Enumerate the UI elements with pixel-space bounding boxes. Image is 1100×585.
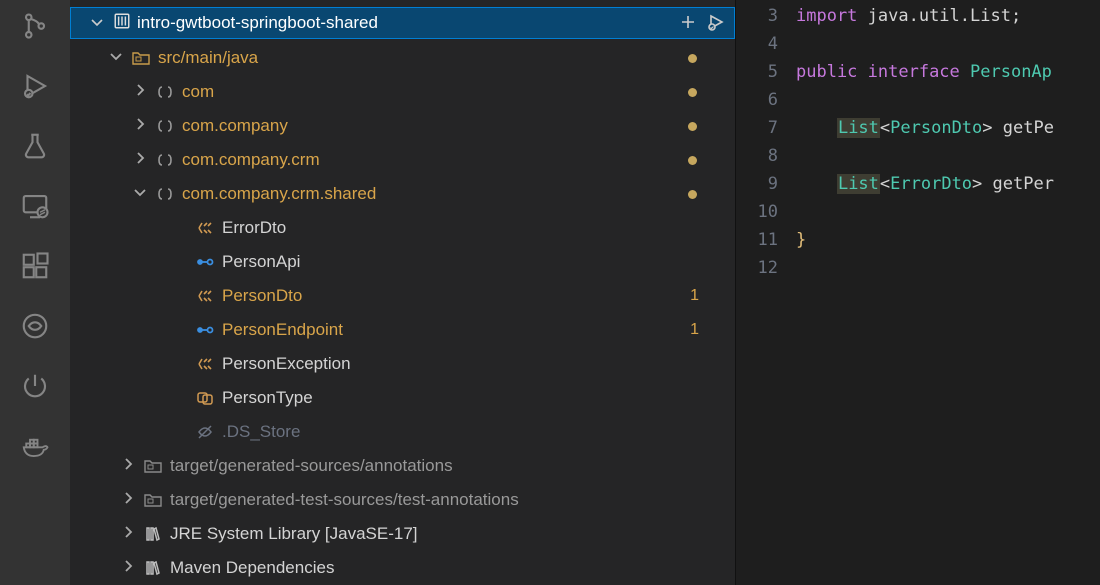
- activity-bar: [0, 0, 70, 585]
- run-debug-icon[interactable]: [19, 70, 51, 102]
- tree-class-ErrorDto[interactable]: ErrorDto: [70, 211, 735, 245]
- tree-class-PersonDto[interactable]: PersonDto 1: [70, 279, 735, 313]
- tree-label: PersonType: [222, 388, 695, 408]
- tree-label: .DS_Store: [222, 422, 695, 442]
- modified-dot-icon: [688, 88, 697, 97]
- folder-icon: [130, 48, 152, 68]
- class-icon: [194, 355, 216, 373]
- tree-label: ErrorDto: [222, 218, 695, 238]
- project-icon: [113, 12, 131, 35]
- tree-class-PersonException[interactable]: PersonException: [70, 347, 735, 381]
- class-icon: [194, 219, 216, 237]
- tree-class-PersonType[interactable]: PersonType: [70, 381, 735, 415]
- tree-label: JRE System Library [JavaSE-17]: [170, 524, 695, 544]
- interface-icon: [194, 253, 216, 271]
- folder-icon: [142, 490, 164, 510]
- chevron-down-icon: [108, 48, 124, 69]
- problem-badge: 1: [690, 321, 699, 339]
- chevron-right-icon: [132, 150, 148, 171]
- tree-folder-test-annotations[interactable]: target/generated-test-sources/test-annot…: [70, 483, 735, 517]
- package-icon: [154, 83, 176, 101]
- tree-label: com: [182, 82, 695, 102]
- code-editor[interactable]: 3456789101112 import java.util.List;publ…: [735, 0, 1100, 585]
- source-control-icon[interactable]: [19, 10, 51, 42]
- tree-lib-maven[interactable]: Maven Dependencies: [70, 551, 735, 585]
- folder-icon: [142, 456, 164, 476]
- extensions-icon[interactable]: [19, 250, 51, 282]
- tree-label: PersonException: [222, 354, 695, 374]
- tree-label: com.company: [182, 116, 695, 136]
- chevron-down-icon: [132, 184, 148, 205]
- tree-folder-annotations[interactable]: target/generated-sources/annotations: [70, 449, 735, 483]
- tree-package-shared[interactable]: com.company.crm.shared: [70, 177, 735, 211]
- tree-file-dsstore[interactable]: .DS_Store: [70, 415, 735, 449]
- problem-badge: 1: [690, 287, 699, 305]
- tree-folder-src[interactable]: src/main/java: [70, 41, 735, 75]
- tree-lib-jre[interactable]: JRE System Library [JavaSE-17]: [70, 517, 735, 551]
- docker-icon[interactable]: [19, 430, 51, 462]
- tree-label: src/main/java: [158, 48, 695, 68]
- file-tree: src/main/java com com.company com.compan…: [70, 39, 735, 585]
- tree-label: com.company.crm: [182, 150, 695, 170]
- chevron-right-icon: [120, 456, 136, 477]
- tree-label: PersonEndpoint: [222, 320, 695, 340]
- library-icon: [142, 525, 164, 543]
- line-gutter: 3456789101112: [736, 0, 796, 585]
- power-icon[interactable]: [19, 370, 51, 402]
- tree-label: Maven Dependencies: [170, 558, 695, 578]
- library-icon: [142, 559, 164, 577]
- run-project-icon[interactable]: [706, 12, 728, 34]
- explorer-sidebar: intro-gwtboot-springboot-shared src/main…: [70, 0, 735, 585]
- chevron-right-icon: [120, 490, 136, 511]
- modified-dot-icon: [688, 54, 697, 63]
- package-icon: [154, 117, 176, 135]
- tree-class-PersonEndpoint[interactable]: PersonEndpoint 1: [70, 313, 735, 347]
- code-area[interactable]: import java.util.List;public interface P…: [796, 0, 1054, 585]
- tree-label: target/generated-test-sources/test-annot…: [170, 490, 695, 510]
- chevron-right-icon: [120, 558, 136, 579]
- interface-icon: [194, 321, 216, 339]
- hidden-file-icon: [194, 423, 216, 441]
- enum-icon: [194, 389, 216, 407]
- modified-dot-icon: [688, 122, 697, 131]
- tree-class-PersonApi[interactable]: PersonApi: [70, 245, 735, 279]
- chevron-down-icon: [89, 14, 107, 35]
- package-icon: [154, 151, 176, 169]
- tree-label: target/generated-sources/annotations: [170, 456, 695, 476]
- tree-label: PersonApi: [222, 252, 695, 272]
- tree-label: com.company.crm.shared: [182, 184, 695, 204]
- class-icon: [194, 287, 216, 305]
- chevron-right-icon: [132, 82, 148, 103]
- modified-dot-icon: [688, 156, 697, 165]
- testing-icon[interactable]: [19, 130, 51, 162]
- tree-package-company[interactable]: com.company: [70, 109, 735, 143]
- tree-package-com[interactable]: com: [70, 75, 735, 109]
- chevron-right-icon: [120, 524, 136, 545]
- chevron-right-icon: [132, 116, 148, 137]
- remote-explorer-icon[interactable]: [19, 190, 51, 222]
- new-file-icon[interactable]: [678, 12, 700, 34]
- project-header[interactable]: intro-gwtboot-springboot-shared: [70, 7, 735, 39]
- tree-package-crm[interactable]: com.company.crm: [70, 143, 735, 177]
- project-name: intro-gwtboot-springboot-shared: [137, 13, 672, 33]
- package-icon: [154, 185, 176, 203]
- live-share-icon[interactable]: [19, 310, 51, 342]
- modified-dot-icon: [688, 190, 697, 199]
- tree-label: PersonDto: [222, 286, 695, 306]
